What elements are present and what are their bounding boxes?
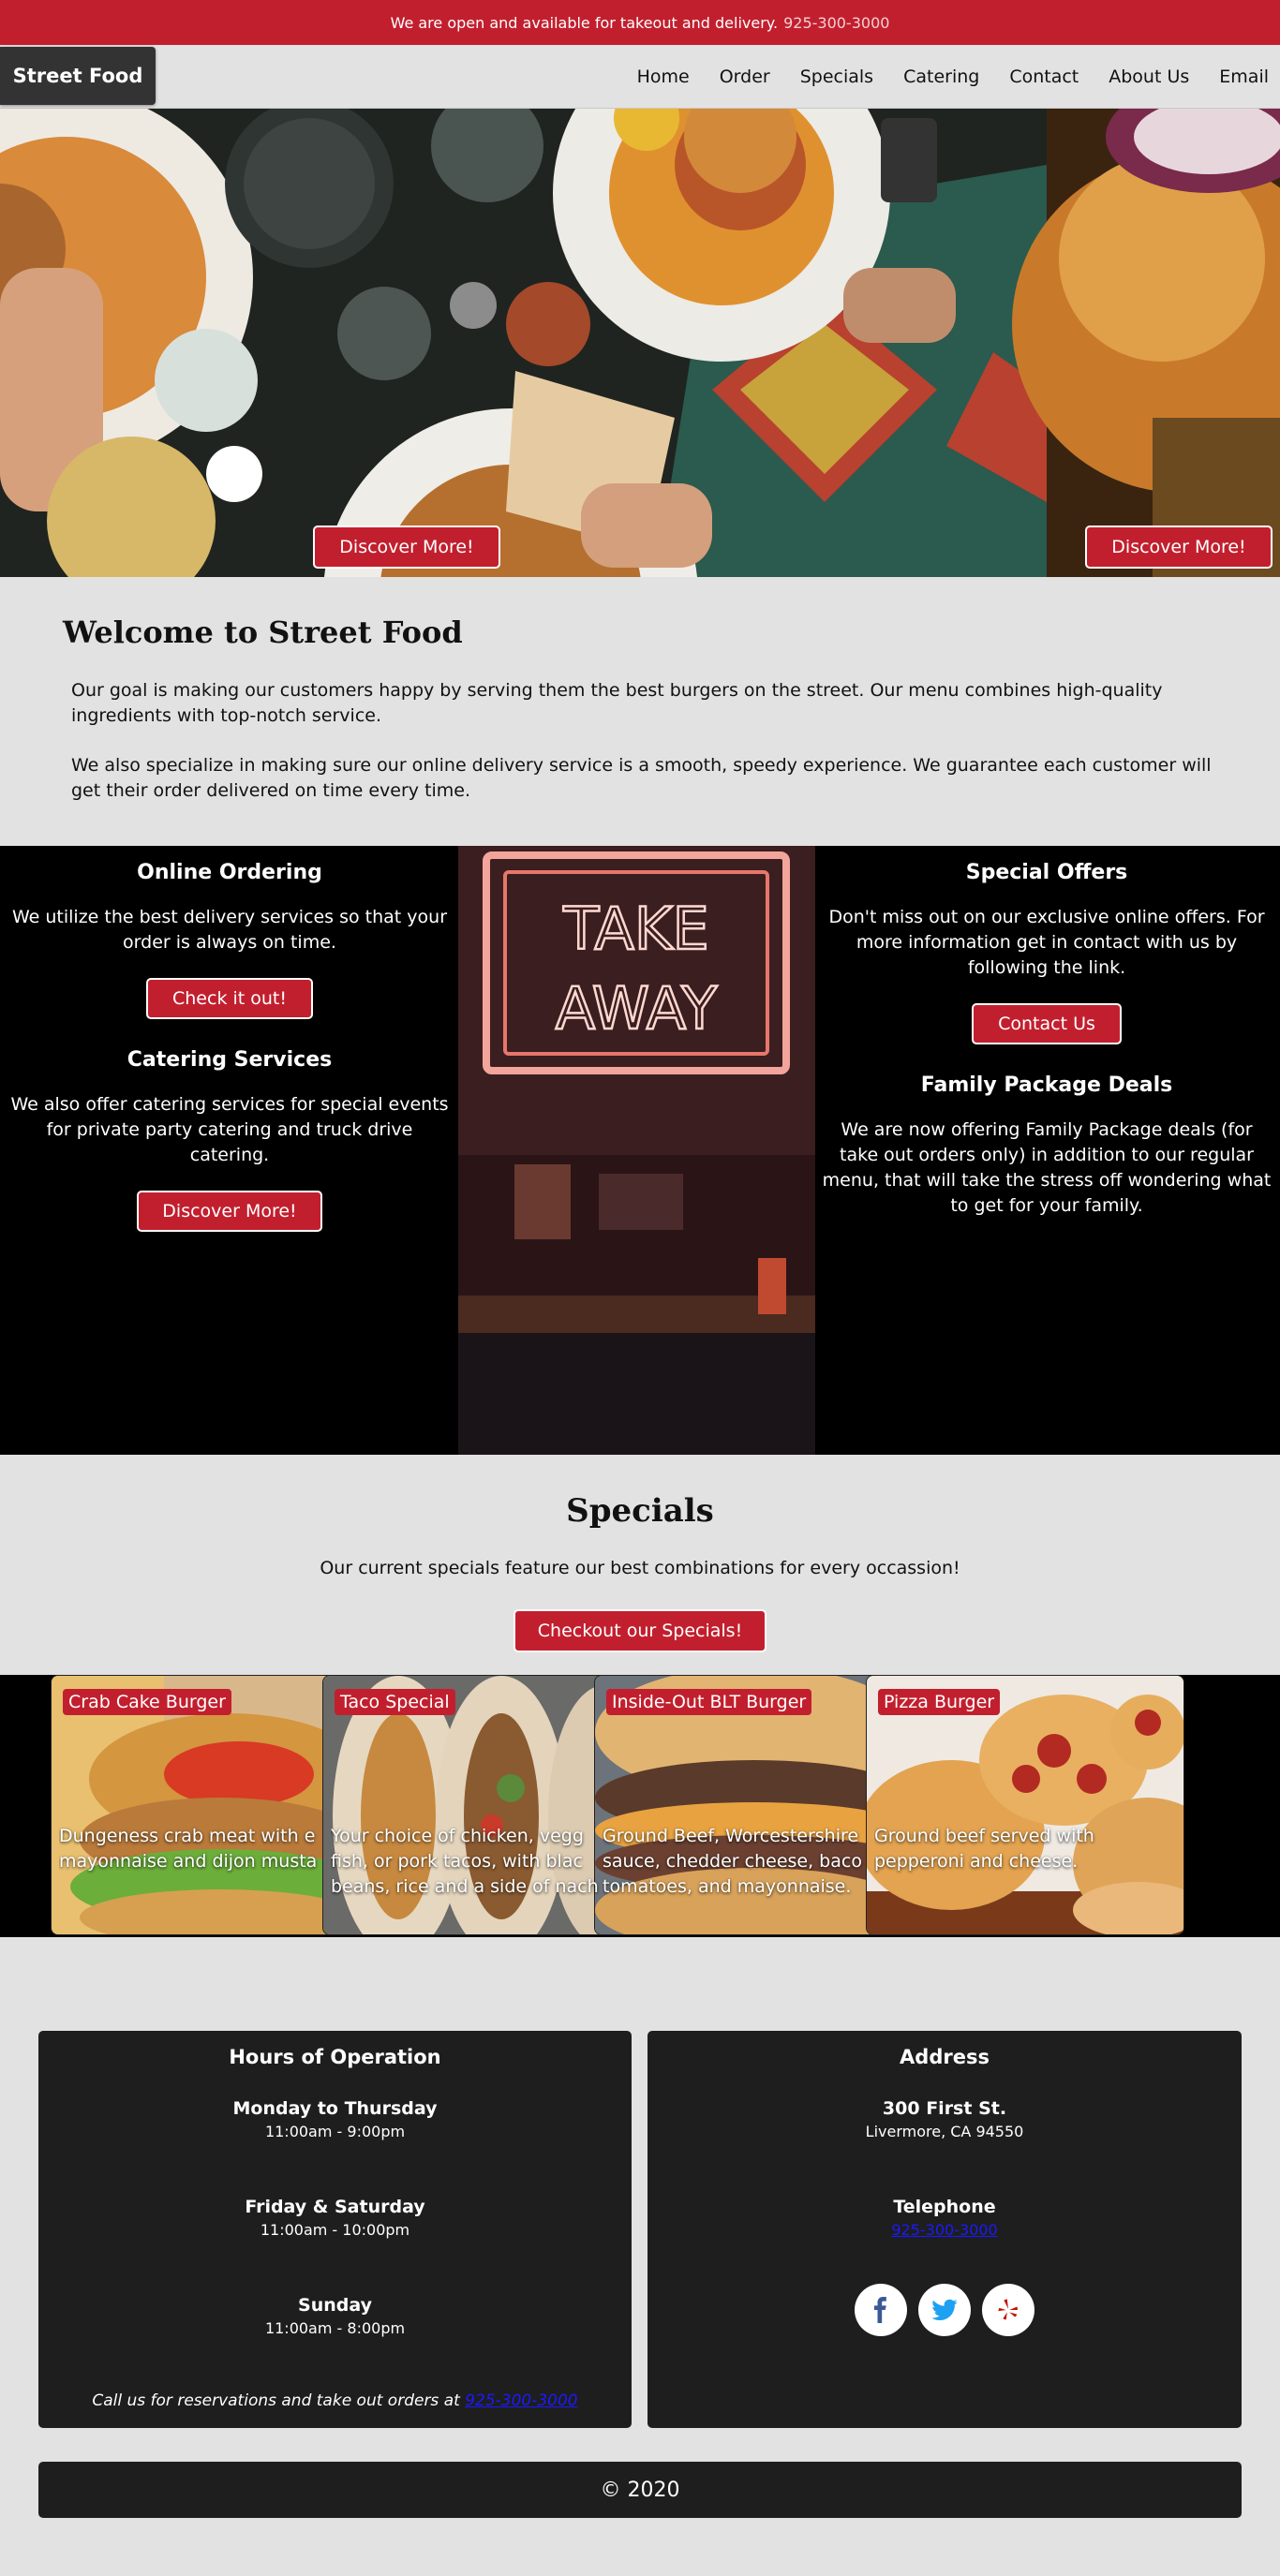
contact-us-button[interactable]: Contact Us	[972, 1003, 1122, 1044]
address-title: Address	[900, 2046, 990, 2068]
online-ordering-title: Online Ordering	[137, 861, 322, 884]
hours-title: Hours of Operation	[229, 2046, 441, 2068]
card-title: Pizza Burger	[878, 1689, 1001, 1715]
special-card[interactable]: Pizza Burger Ground beef served with pep…	[866, 1675, 1184, 1935]
catering-text: We also offer catering services for spec…	[10, 1094, 449, 1165]
hours-value: 11:00am - 10:00pm	[260, 2221, 410, 2239]
family-package-text: We are now offering Family Package deals…	[822, 1119, 1272, 1216]
catering-title: Catering Services	[127, 1048, 333, 1072]
nav-links: Home Order Specials Catering Contact Abo…	[637, 45, 1269, 109]
special-offers-block: Special Offers Don't miss out on our exc…	[822, 861, 1272, 1044]
facebook-icon[interactable]	[855, 2284, 907, 2336]
yelp-icon[interactable]	[982, 2284, 1034, 2336]
sign-line-2: AWAY	[556, 974, 718, 1043]
reservation-phone-link[interactable]: 925-300-3000	[465, 2391, 577, 2410]
announcement-phone[interactable]: 925-300-3000	[783, 14, 889, 32]
navbar: Street Food Home Order Specials Catering…	[0, 45, 1280, 109]
social-links	[647, 2284, 1242, 2336]
hours-label: Monday to Thursday	[232, 2098, 438, 2119]
twitter-icon[interactable]	[918, 2284, 971, 2336]
card-description: Ground Beef, Worcestershire sauce, chedd…	[603, 1826, 862, 1897]
nav-specials[interactable]: Specials	[800, 67, 873, 87]
announcement-bar: We are open and available for takeout an…	[0, 0, 1280, 45]
special-card[interactable]: Taco Special Your choice of chicken, veg…	[322, 1675, 641, 1935]
address-panel: Address 300 First St. Livermore, CA 9455…	[647, 2031, 1242, 2428]
hours-panel: Hours of Operation Monday to Thursday 11…	[38, 2031, 632, 2428]
nav-about-us[interactable]: About Us	[1109, 67, 1189, 87]
checkout-specials-button[interactable]: Checkout our Specials!	[513, 1609, 767, 1652]
special-card[interactable]: Crab Cake Burger Dungeness crab meat wit…	[51, 1675, 369, 1935]
address-street: 300 First St.	[882, 2098, 1007, 2119]
special-offers-text: Don't miss out on our exclusive online o…	[828, 907, 1265, 978]
hero-discover-button-right[interactable]: Discover More!	[1085, 526, 1273, 569]
catering-discover-button[interactable]: Discover More!	[137, 1191, 322, 1232]
take-away-neon-photo: TAKE AWAY	[458, 846, 815, 1455]
special-offers-title: Special Offers	[965, 861, 1128, 884]
nav-email[interactable]: Email	[1219, 67, 1269, 87]
card-title: Crab Cake Burger	[63, 1689, 231, 1715]
hours-value: 11:00am - 9:00pm	[264, 2123, 406, 2140]
specials-text: Our current specials feature our best co…	[320, 1558, 960, 1578]
copyright-text: © 2020	[600, 2478, 680, 2502]
announcement-text: We are open and available for takeout an…	[390, 13, 779, 32]
family-package-title: Family Package Deals	[920, 1073, 1173, 1097]
welcome-paragraph-2: We also specialize in making sure our on…	[71, 755, 1212, 801]
nav-catering[interactable]: Catering	[903, 67, 979, 87]
card-description: Ground beef served with pepperoni and ch…	[874, 1826, 1094, 1872]
card-description: Your choice of chicken, vegg fish, or po…	[331, 1826, 599, 1897]
reservation-note: Call us for reservations and take out or…	[92, 2391, 460, 2410]
footer: © 2020	[38, 2462, 1242, 2518]
hero-carousel: Discover More! Discover More!	[0, 109, 1280, 577]
welcome-paragraph-1: Our goal is making our customers happy b…	[71, 680, 1163, 726]
welcome-title: Welcome to Street Food	[63, 614, 463, 650]
catering-block: Catering Services We also offer catering…	[9, 1048, 450, 1232]
hours-label: Friday & Saturday	[245, 2197, 425, 2217]
services-section: Online Ordering We utilize the best deli…	[0, 846, 1280, 1455]
online-ordering-text: We utilize the best delivery services so…	[11, 907, 448, 953]
sign-line-1: TAKE	[562, 895, 708, 963]
welcome-section: Welcome to Street Food Our goal is makin…	[0, 577, 1280, 846]
hours-label: Sunday	[298, 2295, 372, 2316]
address-city: Livermore, CA 94550	[865, 2123, 1024, 2140]
specials-cards: Crab Cake Burger Dungeness crab meat wit…	[0, 1675, 1280, 1937]
online-ordering-block: Online Ordering We utilize the best deli…	[9, 861, 450, 1019]
specials-section: Specials Our current specials feature ou…	[0, 1455, 1280, 1675]
card-title: Taco Special	[335, 1689, 455, 1715]
card-title: Inside-Out BLT Burger	[606, 1689, 812, 1715]
hours-value: 11:00am - 8:00pm	[264, 2319, 406, 2337]
telephone-link[interactable]: 925-300-3000	[891, 2221, 997, 2239]
check-it-out-button[interactable]: Check it out!	[146, 978, 313, 1019]
brand-logo[interactable]: Street Food	[0, 47, 156, 105]
telephone-label: Telephone	[893, 2197, 996, 2217]
special-card[interactable]: Inside-Out BLT Burger Ground Beef, Worce…	[594, 1675, 913, 1935]
specials-title: Specials	[566, 1492, 714, 1530]
hero-food-photo	[0, 109, 1280, 577]
nav-contact[interactable]: Contact	[1009, 67, 1079, 87]
nav-home[interactable]: Home	[637, 67, 690, 87]
family-package-block: Family Package Deals We are now offering…	[822, 1073, 1272, 1219]
card-description: Dungeness crab meat with e mayonnaise an…	[59, 1826, 318, 1872]
nav-order[interactable]: Order	[720, 67, 770, 87]
hero-discover-button-left[interactable]: Discover More!	[313, 526, 500, 569]
